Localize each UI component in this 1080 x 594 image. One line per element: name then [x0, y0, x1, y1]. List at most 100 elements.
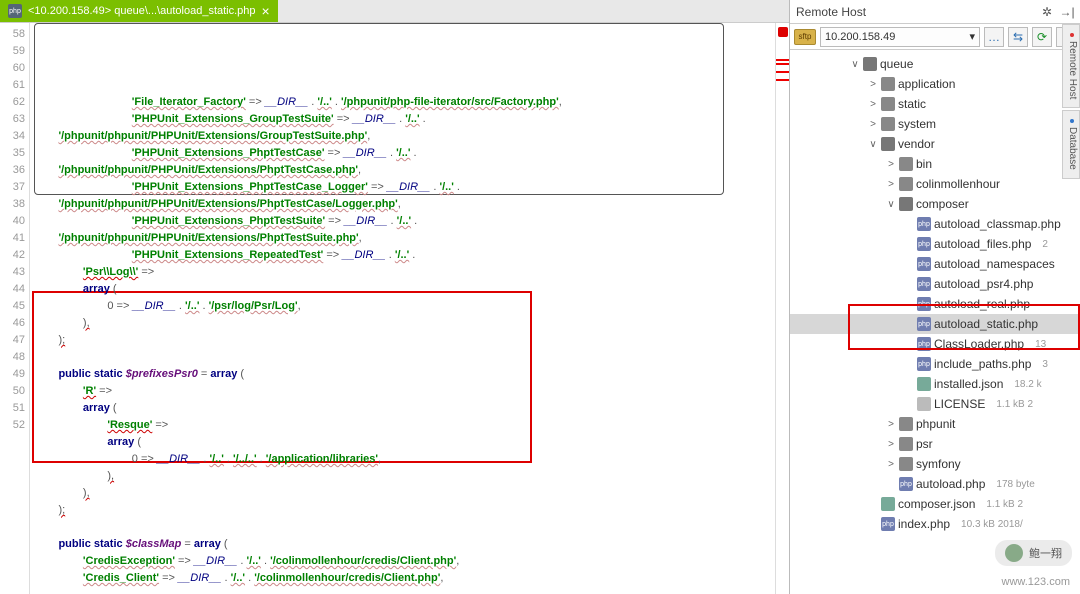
tree-item-label: autoload_files.php: [934, 237, 1031, 251]
code-line[interactable]: 'Resque' =>: [34, 417, 771, 434]
avatar-icon: [1005, 544, 1023, 562]
folder-icon: [899, 457, 913, 471]
code-line[interactable]: );: [34, 502, 771, 519]
php-file-icon: php: [917, 217, 931, 231]
code-line[interactable]: ),: [34, 485, 771, 502]
tree-item[interactable]: colinmollenhour: [790, 174, 1080, 194]
folder-icon: [899, 177, 913, 191]
tab-remote-host[interactable]: Remote Host: [1062, 24, 1080, 108]
php-file-icon: php: [917, 337, 931, 351]
code-line[interactable]: [34, 519, 771, 536]
tree-item[interactable]: composer: [790, 194, 1080, 214]
chevron-right-icon[interactable]: [868, 79, 878, 90]
error-mark[interactable]: [776, 59, 789, 61]
tab-database[interactable]: Database: [1062, 110, 1080, 179]
error-stripe[interactable]: [775, 23, 789, 594]
chevron-right-icon[interactable]: [886, 419, 896, 430]
refresh-button[interactable]: ⟳: [1032, 27, 1052, 47]
tree-item[interactable]: phpautoload_files.php2: [790, 234, 1080, 254]
chevron-down-icon[interactable]: [868, 139, 878, 150]
tree-item[interactable]: phpClassLoader.php13: [790, 334, 1080, 354]
code-line[interactable]: ),: [34, 315, 771, 332]
tree-item[interactable]: phpautoload.php178 byte: [790, 474, 1080, 494]
tree-item[interactable]: psr: [790, 434, 1080, 454]
tree-item[interactable]: symfony: [790, 454, 1080, 474]
error-mark[interactable]: [776, 71, 789, 73]
code-area[interactable]: 'File_Iterator_Factory' => __DIR__ . '/.…: [30, 23, 775, 594]
tree-item[interactable]: application: [790, 74, 1080, 94]
code-line[interactable]: 'File_Iterator_Factory' => __DIR__ . '/.…: [34, 94, 771, 111]
error-mark[interactable]: [776, 79, 789, 81]
code-line[interactable]: public static $prefixesPsr0 = array (: [34, 366, 771, 383]
code-line[interactable]: public static $classMap = array (: [34, 536, 771, 553]
chevron-right-icon[interactable]: [868, 99, 878, 110]
remote-file-tree[interactable]: queue application staticsystemvendorbincol…: [790, 50, 1080, 594]
browse-button[interactable]: …: [984, 27, 1004, 47]
tree-item[interactable]: phpinclude_paths.php3: [790, 354, 1080, 374]
tree-item-label: symfony: [916, 457, 961, 471]
code-line[interactable]: '/phpunit/phpunit/PHPUnit/Extensions/Php…: [34, 162, 771, 179]
tree-item-label: psr: [916, 437, 933, 451]
chevron-down-icon[interactable]: [886, 199, 896, 210]
gear-icon[interactable]: ✲: [1040, 5, 1054, 19]
chevron-right-icon[interactable]: [886, 439, 896, 450]
code-line[interactable]: 0 => __DIR__ . '/..' . '/../..' . '/appl…: [34, 451, 771, 468]
code-line[interactable]: array (: [34, 281, 771, 298]
host-select[interactable]: 10.200.158.49 ▾: [820, 27, 980, 47]
folder-icon: [863, 57, 877, 71]
code-line[interactable]: [34, 349, 771, 366]
tree-item[interactable]: queue: [790, 54, 1080, 74]
tree-item-label: ClassLoader.php: [934, 337, 1024, 351]
editor-tab-active[interactable]: php <10.200.158.49> queue\...\autoload_s…: [0, 0, 278, 22]
code-line[interactable]: array (: [34, 434, 771, 451]
tree-item[interactable]: phpautoload_classmap.php: [790, 214, 1080, 234]
tree-item-meta: 10.3 kB 2018/: [961, 519, 1023, 530]
chevron-right-icon[interactable]: [886, 159, 896, 170]
json-file-icon: [881, 497, 895, 511]
code-line[interactable]: 'Credis_Client' => __DIR__ . '/..' . '/c…: [34, 570, 771, 587]
tree-item[interactable]: phpindex.php10.3 kB 2018/: [790, 514, 1080, 534]
code-line[interactable]: 'Psr\\Log\\' =>: [34, 264, 771, 281]
diff-button[interactable]: ⇆: [1008, 27, 1028, 47]
code-line[interactable]: ),: [34, 468, 771, 485]
tree-item-label: autoload_classmap.php: [934, 217, 1061, 231]
code-line[interactable]: 'PHPUnit_Extensions_RepeatedTest' => __D…: [34, 247, 771, 264]
tree-item[interactable]: bin: [790, 154, 1080, 174]
chevron-right-icon[interactable]: [886, 459, 896, 470]
close-tab-icon[interactable]: ×: [262, 3, 270, 19]
code-line[interactable]: );: [34, 332, 771, 349]
code-line[interactable]: 'CredisException' => __DIR__ . '/..' . '…: [34, 553, 771, 570]
tree-item[interactable]: phpautoload_static.php: [790, 314, 1080, 334]
code-line[interactable]: 'R' =>: [34, 383, 771, 400]
hide-icon[interactable]: →|: [1060, 5, 1074, 19]
code-line[interactable]: array (: [34, 400, 771, 417]
tree-item-meta: 3: [1042, 359, 1048, 370]
chevron-right-icon[interactable]: [868, 119, 878, 130]
code-line[interactable]: '/phpunit/phpunit/PHPUnit/Extensions/Php…: [34, 196, 771, 213]
tree-item[interactable]: system: [790, 114, 1080, 134]
tree-item[interactable]: phpunit: [790, 414, 1080, 434]
remote-host-title: Remote Host: [796, 5, 866, 19]
code-line[interactable]: '/phpunit/phpunit/PHPUnit/Extensions/Gro…: [34, 128, 771, 145]
chevron-right-icon[interactable]: [886, 179, 896, 190]
tree-item[interactable]: phpautoload_psr4.php: [790, 274, 1080, 294]
tree-item[interactable]: LICENSE1.1 kB 2: [790, 394, 1080, 414]
tree-item[interactable]: phpautoload_namespaces: [790, 254, 1080, 274]
code-line[interactable]: 'PHPUnit_Extensions_PhptTestCase_Logger'…: [34, 179, 771, 196]
code-line[interactable]: 0 => __DIR__ . '/..' . '/psr/log/Psr/Log…: [34, 298, 771, 315]
tree-item[interactable]: composer.json1.1 kB 2: [790, 494, 1080, 514]
chevron-down-icon[interactable]: [850, 59, 860, 70]
tree-item-label: installed.json: [934, 377, 1003, 391]
php-file-icon: php: [917, 277, 931, 291]
tree-item[interactable]: vendor: [790, 134, 1080, 154]
tree-item-label: application: [898, 77, 955, 91]
tree-item[interactable]: installed.json18.2 k: [790, 374, 1080, 394]
code-line[interactable]: '/phpunit/phpunit/PHPUnit/Extensions/Php…: [34, 230, 771, 247]
error-mark[interactable]: [776, 63, 789, 65]
tree-item[interactable]: phpautoload_real.php: [790, 294, 1080, 314]
folder-icon: [881, 137, 895, 151]
code-line[interactable]: 'PHPUnit_Extensions_GroupTestSuite' => _…: [34, 111, 771, 128]
code-line[interactable]: 'PHPUnit_Extensions_PhptTestCase' => __D…: [34, 145, 771, 162]
tree-item[interactable]: static: [790, 94, 1080, 114]
code-line[interactable]: 'PHPUnit_Extensions_PhptTestSuite' => __…: [34, 213, 771, 230]
